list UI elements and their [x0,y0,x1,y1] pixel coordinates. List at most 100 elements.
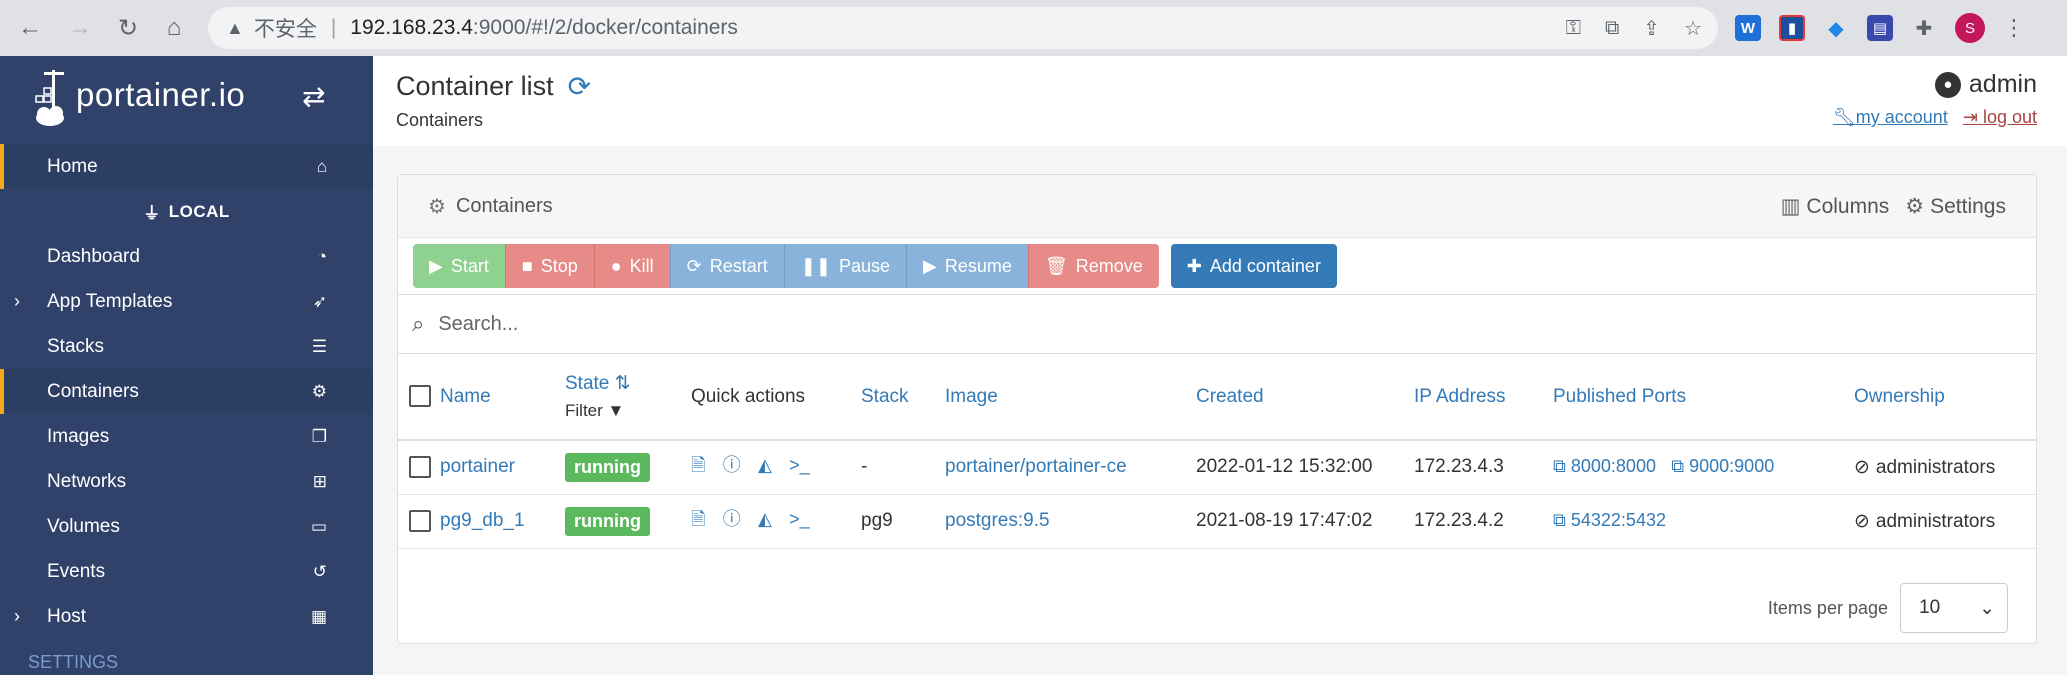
toggle-sidebar-icon[interactable]: ⇄ [302,80,325,113]
extensions-bar: W ▮ ◆ ▤ ✚ S ⋮ [1735,12,2025,44]
kill-button[interactable]: ● Kill [593,244,670,288]
state-cell: running [565,440,691,495]
select-all-checkbox[interactable] [409,385,431,408]
row-checkbox[interactable] [409,509,431,532]
columns-button[interactable]: ▥ Columns [1781,194,1890,219]
sidebar-item-home[interactable]: Home ⌂ [0,144,373,189]
column-ip-address[interactable]: IP Address [1414,354,1553,441]
sidebar-item-containers[interactable]: Containers ⚙ [0,369,373,414]
console-icon[interactable]: >_ [789,455,810,475]
image-link[interactable]: postgres:9.5 [945,510,1050,531]
sitemap-icon: ⊞ [312,471,327,491]
sidebar-item-networks[interactable]: Networks ⊞ [0,459,373,504]
trash-icon: 🗑︎ [1044,255,1068,276]
bookmark-extension-icon[interactable]: ▮ [1779,15,1805,41]
th-icon: ▦ [310,606,327,626]
column-ownership[interactable]: Ownership [1854,354,2036,441]
settings-button[interactable]: ⚙ Settings [1905,194,2006,219]
insecure-label[interactable]: 不安全 [254,13,317,43]
restart-button[interactable]: ⟳ Restart [669,244,784,288]
column-stack[interactable]: Stack [861,354,945,441]
browser-toolbar: ← → ↻ ⌂ ▲ 不安全 | 192.168.23.4:9000/#!/2/d… [0,0,2067,56]
profile-avatar[interactable]: S [1955,13,1985,43]
home-button[interactable]: ⌂ [158,12,190,44]
pause-icon: ❚❚ [800,255,831,276]
sidebar-item-app-templates[interactable]: › App Templates ➶ [0,279,373,324]
container-name-link[interactable]: pg9_db_1 [440,510,525,531]
port-label: 54322:5432 [1570,510,1666,530]
user-circle-icon: ● [1934,71,1961,98]
column-created[interactable]: Created [1196,354,1414,441]
sidebar-item-stacks[interactable]: Stacks ☰ [0,324,373,369]
column-name[interactable]: Name [440,354,565,441]
ownership-cell: ⊘ administrators [1854,440,2036,495]
home-icon: ⌂ [166,14,182,41]
cog-icon: ⚙ [1905,195,1925,218]
puzzle-icon[interactable]: ✚ [1911,15,1937,41]
chevron-right-icon[interactable]: › [14,291,20,312]
address-bar[interactable]: ▲ 不安全 | 192.168.23.4:9000/#!/2/docker/co… [208,7,1718,49]
chevron-right-icon[interactable]: › [14,606,20,627]
column-published-ports[interactable]: Published Ports [1553,354,1854,441]
sidebar-item-images[interactable]: Images ❐ [0,414,373,459]
share-icon[interactable]: ⇪ [1643,16,1660,41]
stop-button[interactable]: ■ Stop [504,244,594,288]
pause-button[interactable]: ❚❚ Pause [783,244,906,288]
forward-button[interactable]: → [64,12,96,44]
window-extension-icon[interactable]: ▤ [1867,15,1893,41]
my-account-link[interactable]: 🔧︎my account [1833,107,1948,127]
word-extension-icon[interactable]: W [1735,15,1761,41]
diamond-extension-icon[interactable]: ◆ [1823,15,1849,41]
port-link[interactable]: ⧉ 9000:9000 [1671,456,1774,476]
info-icon[interactable]: ⓘ [723,455,741,475]
kill-label: Kill [629,255,654,276]
container-name-link[interactable]: portainer [440,456,515,477]
ownership-cell: ⊘ administrators [1854,494,2036,549]
bomb-icon: ● [610,255,622,276]
back-button[interactable]: ← [14,12,46,44]
arrow-right-icon: → [68,14,92,41]
image-link[interactable]: portainer/portainer-ce [945,456,1127,477]
sidebar-item-volumes[interactable]: Volumes ▭ [0,504,373,549]
refresh-icon[interactable]: ⟳ [568,70,591,103]
port-link[interactable]: ⧉ 54322:5432 [1553,510,1666,530]
portainer-logo-icon[interactable] [34,68,74,128]
logs-icon[interactable]: 🗎︎ [691,509,705,529]
resume-button[interactable]: ▶ Resume [906,244,1028,288]
dashboard-icon: ◔ [316,246,327,266]
key-icon[interactable]: ⚿ [1566,17,1581,40]
start-button[interactable]: ▶ Start [413,244,505,288]
items-per-page-select[interactable]: 10 ⌄ [1900,583,2008,633]
info-icon[interactable]: ⓘ [723,509,741,529]
state-filter[interactable]: Filter ▼ [565,401,691,421]
port-link[interactable]: ⧉ 8000:8000 [1553,456,1656,476]
column-state-sort[interactable]: State ⇅ [565,373,631,394]
sort-icon: ⇅ [614,373,631,394]
user-links: 🔧︎my account ⇥ log out [1823,107,2037,128]
search-input[interactable] [438,312,1939,336]
more-menu-icon[interactable]: ⋮ [2003,15,2025,41]
list-icon: ☰ [311,336,327,356]
star-icon[interactable]: ☆ [1684,16,1702,41]
sidebar-item-events[interactable]: Events ↺ [0,549,373,594]
stats-icon[interactable]: ◭ [758,509,772,529]
add-container-button[interactable]: ✚ Add container [1170,244,1337,288]
sidebar-item-label: Home [47,155,98,177]
ports-cell: ⧉ 8000:8000 ⧉ 9000:9000 [1553,440,1854,495]
log-out-link[interactable]: ⇥ log out [1963,107,2037,127]
reload-button[interactable]: ↻ [112,12,144,44]
column-image[interactable]: Image [945,354,1196,441]
plus-icon: ✚ [1186,255,1202,276]
row-checkbox[interactable] [409,456,431,479]
sidebar: portainer.io ⇄ Home ⌂ ⏚ LOCAL Dashboard … [0,56,373,675]
stats-icon[interactable]: ◭ [758,455,772,475]
search-bar: ⌕ [398,295,2036,354]
remove-button[interactable]: 🗑︎ Remove [1027,244,1159,288]
sidebar-item-label: Host [47,605,87,627]
console-icon[interactable]: >_ [789,509,810,529]
sidebar-item-host[interactable]: › Host ▦ [0,594,373,639]
logs-icon[interactable]: 🗎︎ [691,455,705,475]
ip-cell: 172.23.4.3 [1414,440,1553,495]
sidebar-item-dashboard[interactable]: Dashboard ◔ [0,234,373,279]
translate-icon[interactable]: ⧉ [1605,17,1619,40]
